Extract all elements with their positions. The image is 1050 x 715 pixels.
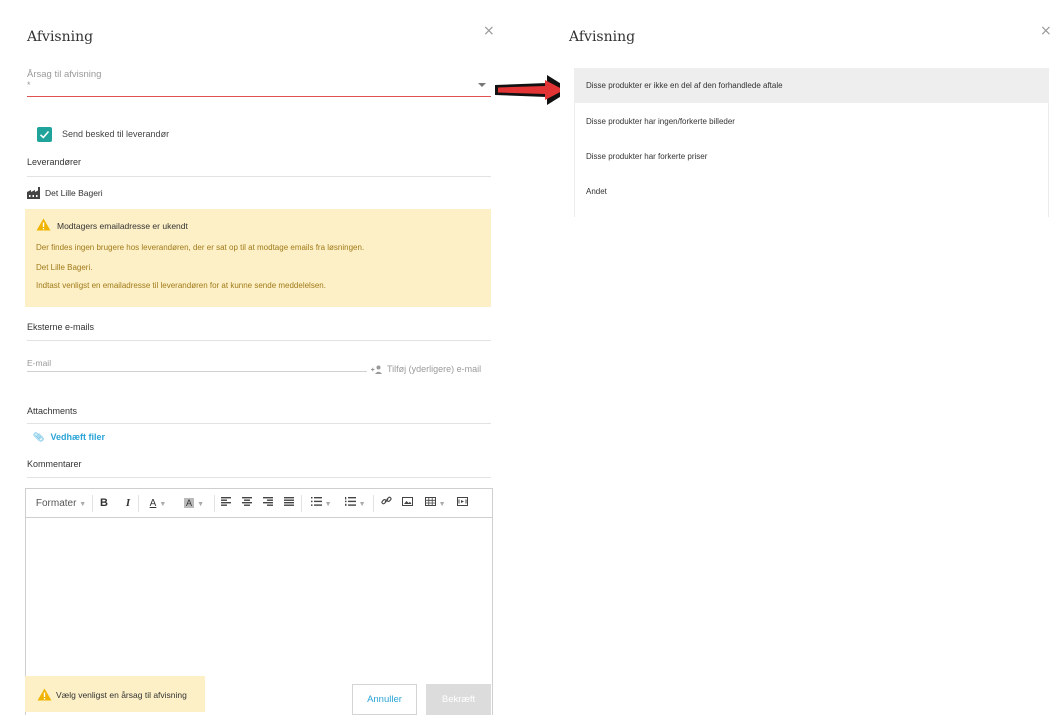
- cancel-button[interactable]: Annuller: [352, 684, 417, 715]
- toolbar-separator: [373, 495, 374, 512]
- close-icon[interactable]: ×: [483, 23, 495, 39]
- bullet-list-icon: [310, 497, 322, 506]
- align-left-button[interactable]: [218, 489, 234, 518]
- email-underline: [27, 371, 367, 372]
- attach-files-link[interactable]: 📎︎ Vedhæft filer: [33, 432, 105, 443]
- align-justify-button[interactable]: [281, 489, 297, 518]
- divider: [27, 423, 491, 424]
- email-input[interactable]: E-mail: [27, 358, 51, 368]
- reason-options-list: Disse produkter er ikke en del af den fo…: [574, 68, 1049, 218]
- format-label: Formater: [35, 498, 77, 509]
- confirm-button[interactable]: Bekræft: [426, 684, 491, 715]
- toolbar-separator: [138, 495, 139, 512]
- insert-image-button[interactable]: [399, 489, 415, 518]
- bullet-list-button[interactable]: ▼: [306, 489, 336, 518]
- background-color-icon: A: [183, 498, 194, 508]
- warning-line: Der findes ingen brugere hos leverandøre…: [36, 243, 365, 252]
- table-icon: [424, 497, 436, 506]
- warning-line: Det Lille Bageri.: [36, 263, 93, 272]
- reason-option[interactable]: Disse produkter har ingen/forkerte bille…: [574, 104, 1049, 139]
- external-emails-heading: Eksterne e-mails: [27, 322, 95, 332]
- send-message-label[interactable]: Send besked til leverandør: [62, 129, 169, 139]
- numbered-list-icon: [344, 497, 356, 506]
- font-color-icon: A: [149, 498, 157, 509]
- send-message-checkbox[interactable]: [37, 127, 52, 142]
- check-icon: [39, 130, 50, 139]
- reason-option[interactable]: Andet: [574, 174, 1049, 209]
- toolbar-separator: [301, 495, 302, 512]
- warning-box: Modtagers emailadresse er ukendt Der fin…: [25, 209, 491, 307]
- divider: [27, 477, 491, 478]
- attach-files-label: Vedhæft filer: [50, 432, 105, 442]
- align-right-icon: [263, 497, 273, 506]
- background-color-button[interactable]: A ▼: [178, 489, 210, 518]
- insert-table-button[interactable]: ▼: [420, 489, 450, 518]
- media-icon: [456, 497, 468, 506]
- reason-option[interactable]: Disse produkter har forkerte priser: [574, 139, 1049, 174]
- align-right-button[interactable]: [260, 489, 276, 518]
- rejection-dialog: Afvisning × Årsag til afvisning * Send b…: [0, 0, 510, 715]
- validation-text: Vælg venligst en årsag til afvisning: [56, 690, 187, 700]
- warning-icon: [36, 218, 51, 231]
- chevron-down-icon[interactable]: [478, 83, 486, 87]
- warning-title: Modtagers emailadresse er ukendt: [57, 221, 188, 231]
- add-email-button[interactable]: Tilføj (yderligere) e-mail: [371, 364, 482, 375]
- toolbar-separator: [92, 495, 93, 512]
- warning-line: Indtast venligst en emailadresse til lev…: [36, 281, 326, 290]
- add-email-label: Tilføj (yderligere) e-mail: [387, 364, 482, 374]
- insert-link-button[interactable]: [378, 489, 394, 518]
- chevron-down-icon: ▼: [358, 501, 366, 508]
- italic-button[interactable]: I: [120, 489, 136, 518]
- close-icon[interactable]: ×: [1040, 23, 1050, 39]
- reason-option[interactable]: Disse produkter er ikke en del af den fo…: [574, 68, 1049, 103]
- font-color-button[interactable]: A ▼: [142, 489, 174, 518]
- reason-label: Årsag til afvisning: [27, 69, 102, 80]
- insert-media-button[interactable]: [454, 489, 470, 518]
- reason-underline: [27, 96, 491, 97]
- warning-icon: [37, 688, 52, 701]
- validation-message: Vælg venligst en årsag til afvisning: [25, 676, 205, 712]
- factory-icon: [27, 187, 40, 199]
- rejection-dialog-open: Afvisning × Disse produkter er ikke en d…: [560, 0, 1050, 220]
- attachments-heading: Attachments: [27, 406, 78, 416]
- chevron-down-icon: ▼: [159, 501, 167, 508]
- chevron-down-icon: ▼: [324, 501, 332, 508]
- format-dropdown[interactable]: Formater ▼: [32, 489, 90, 518]
- chevron-down-icon: ▼: [79, 501, 87, 508]
- dialog-title: Afvisning: [27, 29, 94, 45]
- align-center-button[interactable]: [239, 489, 255, 518]
- align-center-icon: [242, 497, 252, 506]
- toolbar-separator: [214, 495, 215, 512]
- add-person-icon: [371, 365, 382, 375]
- editor-toolbar: Formater ▼ B I A ▼ A ▼ ▼ ▼ ▼: [26, 489, 492, 518]
- bold-button[interactable]: B: [96, 489, 112, 518]
- chevron-down-icon: ▼: [438, 501, 446, 508]
- suppliers-heading: Leverandører: [27, 157, 82, 167]
- divider: [27, 340, 491, 341]
- dialog-title: Afvisning: [569, 29, 636, 45]
- link-icon: [380, 496, 392, 505]
- align-left-icon: [221, 497, 231, 506]
- chevron-down-icon: ▼: [197, 501, 204, 508]
- numbered-list-button[interactable]: ▼: [340, 489, 370, 518]
- image-icon: [401, 497, 413, 506]
- supplier-name: Det Lille Bageri: [45, 188, 103, 198]
- paperclip-icon: 📎︎: [33, 432, 45, 442]
- divider: [27, 176, 491, 177]
- comments-heading: Kommentarer: [27, 459, 82, 469]
- align-justify-icon: [284, 497, 294, 506]
- required-marker: *: [27, 80, 31, 90]
